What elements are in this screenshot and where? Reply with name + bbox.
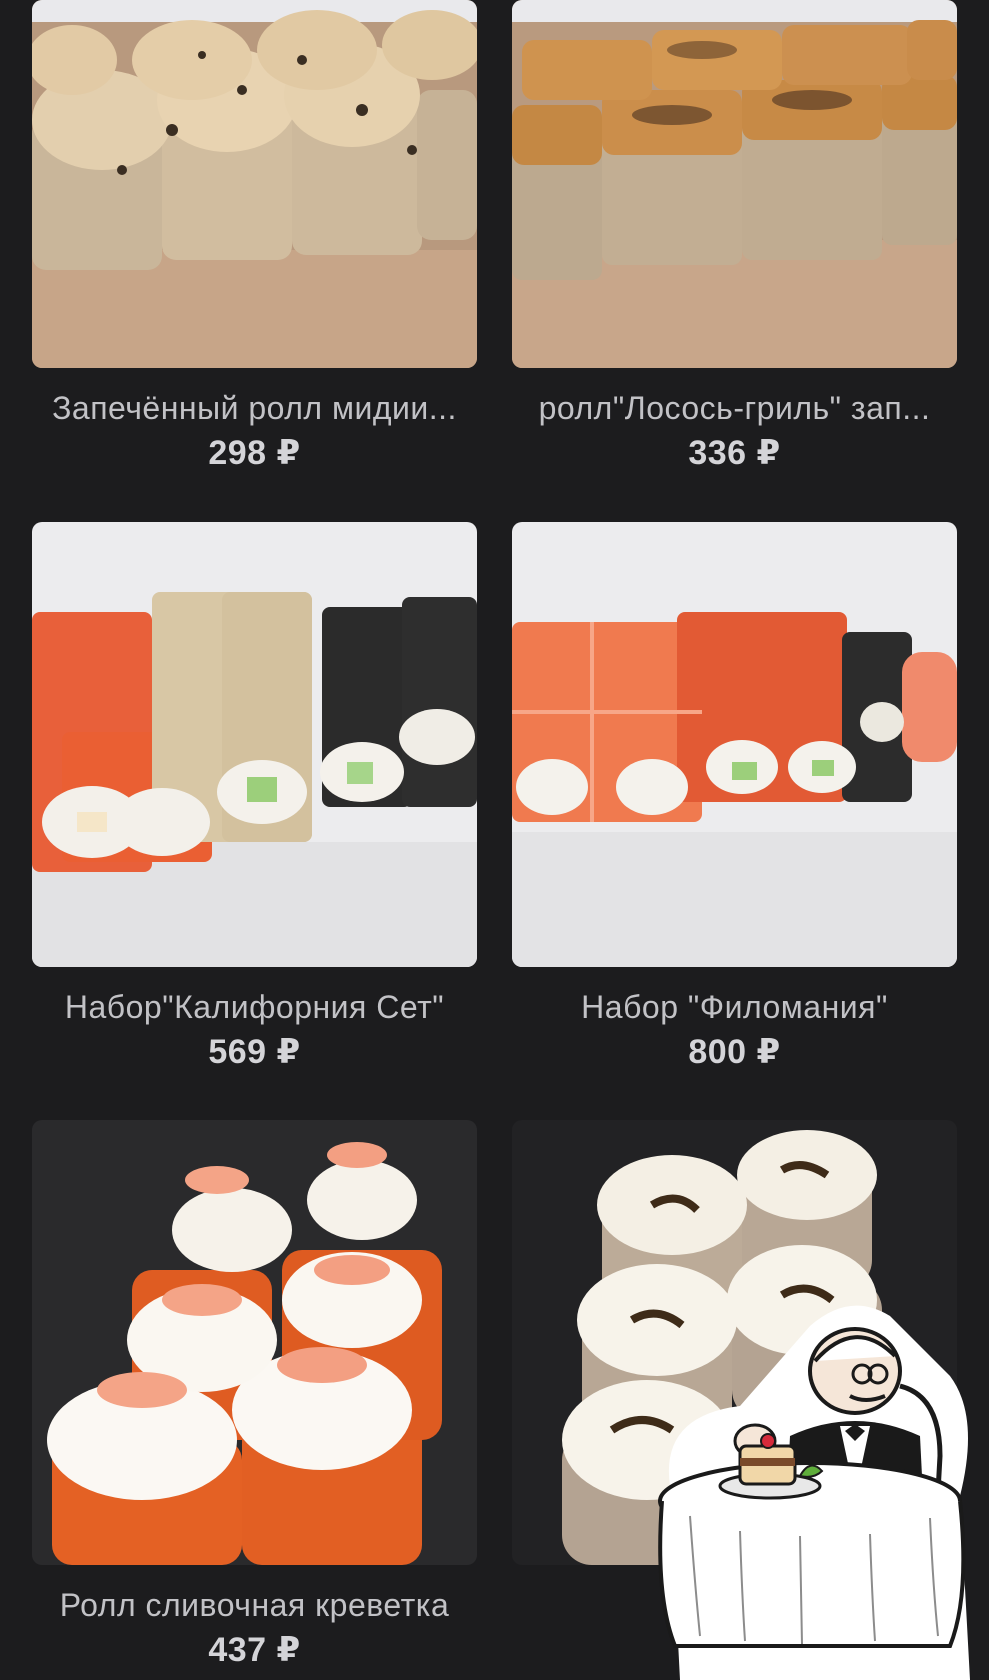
menu-item-price: 569 ₽ [208,1033,301,1071]
menu-item-title: ролл"Лосось-гриль" зап... [538,390,931,426]
menu-item-card[interactable]: Набор "Филомания" 800 ₽ [512,522,957,1072]
dessert-chef-icon [650,1296,980,1680]
menu-item-photo[interactable] [512,0,957,368]
grilled-salmon-roll-image [512,0,957,368]
menu-item-card[interactable]: Набор"Калифорния Сет" 569 ₽ [32,522,477,1072]
menu-item-photo[interactable] [512,522,957,967]
menu-grid: Запечённый ролл мидии... 298 ₽ ролл"Лосо… [0,0,989,1680]
menu-item-title: Запечённый ролл мидии... [52,390,457,426]
menu-item-price: 336 ₽ [688,434,781,472]
menu-item-photo[interactable] [32,522,477,967]
menu-item-price: 437 ₽ [208,1631,301,1669]
menu-item-card[interactable]: Запечённый ролл мидии... 298 ₽ [32,0,477,473]
creamy-shrimp-roll-image [32,1120,477,1565]
menu-item-title: Ролл сливочная креветка [59,1587,450,1623]
menu-item-photo[interactable] [32,1120,477,1565]
menu-item-title: Набор "Филомания" [581,989,888,1025]
menu-item-photo[interactable] [32,0,477,368]
menu-item-price: 800 ₽ [688,1033,781,1071]
menu-item-card[interactable]: ролл"Лосось-гриль" зап... 336 ₽ [512,0,957,473]
menu-item-price: 298 ₽ [208,434,301,472]
philomania-set-image [512,522,957,967]
menu-item-title: Набор"Калифорния Сет" [64,989,445,1025]
california-set-image [32,522,477,967]
baked-mussel-roll-image [32,0,477,368]
menu-item-card[interactable]: Ролл сливочная креветка 437 ₽ [32,1120,477,1670]
